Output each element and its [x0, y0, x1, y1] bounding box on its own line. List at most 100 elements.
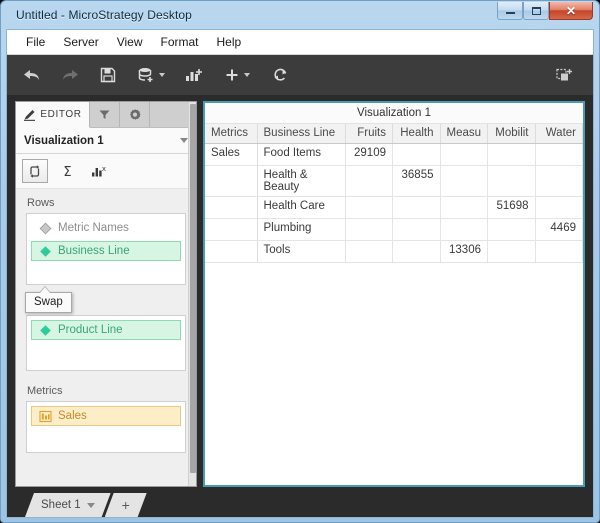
menu-item-server[interactable]: Server — [54, 32, 107, 52]
chevron-down-icon — [180, 138, 188, 143]
chart-button[interactable]: x — [86, 159, 112, 183]
cell-value: 36855 — [393, 165, 441, 196]
editor-tool-strip: Σ x — [16, 154, 196, 189]
visualization-selector[interactable]: Visualization 1 — [16, 128, 196, 154]
cell-value — [345, 240, 393, 262]
cell-value — [440, 165, 488, 196]
metric-icon — [38, 409, 52, 423]
main-toolbar — [7, 55, 593, 95]
metrics-shelf-label: Metrics — [27, 385, 186, 397]
add-data-button[interactable] — [129, 61, 173, 89]
tab-filters[interactable] — [90, 102, 120, 127]
pencil-icon — [23, 108, 36, 121]
application-window: Untitled - MicroStrategy Desktop ✕ File … — [0, 0, 600, 523]
cell-business-line: Plumbing — [257, 218, 345, 240]
save-icon — [100, 67, 116, 83]
chip-sales[interactable]: Sales — [31, 406, 181, 426]
window-title: Untitled - MicroStrategy Desktop — [6, 8, 192, 22]
insert-button[interactable] — [215, 61, 259, 89]
close-icon: ✕ — [566, 5, 576, 17]
editor-scrollbar[interactable] — [188, 102, 196, 486]
grid-header-row: Metrics Business Line Fruits Health Meas… — [205, 124, 583, 143]
table-row[interactable]: Tools 13306 — [205, 240, 583, 262]
grid-header-measu[interactable]: Measu — [440, 124, 488, 143]
cell-value — [440, 143, 488, 165]
cell-value — [535, 143, 583, 165]
workspace: EDITOR Visualizatio — [7, 95, 593, 487]
refresh-icon — [272, 67, 289, 83]
table-row[interactable]: Health & Beauty 36855 — [205, 165, 583, 196]
add-panel-button[interactable] — [547, 61, 581, 89]
table-row[interactable]: Health Care 51698 — [205, 196, 583, 218]
table-row[interactable]: Plumbing 4469 — [205, 218, 583, 240]
undo-button[interactable] — [15, 61, 49, 89]
rows-shelf[interactable]: Metric Names Business Line — [26, 213, 186, 285]
grid-header-business-line[interactable]: Business Line — [257, 124, 345, 143]
chip-label: Business Line — [58, 245, 130, 257]
redo-button[interactable] — [53, 61, 87, 89]
editor-tab-strip: EDITOR — [16, 102, 196, 128]
cell-business-line: Food Items — [257, 143, 345, 165]
close-button[interactable]: ✕ — [549, 2, 593, 20]
grid-header-water[interactable]: Water — [535, 124, 583, 143]
menu-item-view[interactable]: View — [108, 32, 152, 52]
cell-value — [488, 218, 536, 240]
sigma-icon: Σ — [60, 164, 75, 179]
chip-product-line[interactable]: Product Line — [31, 320, 181, 340]
cell-value — [488, 165, 536, 196]
visualization-title: Visualization 1 — [205, 103, 583, 124]
redo-icon — [60, 67, 80, 83]
editor-scrollbar-thumb[interactable] — [190, 104, 196, 473]
add-visualization-icon — [185, 67, 203, 83]
maximize-icon — [532, 7, 541, 15]
cell-value: 13306 — [440, 240, 488, 262]
cell-business-line: Tools — [257, 240, 345, 262]
table-row[interactable]: Sales Food Items 29109 — [205, 143, 583, 165]
add-sheet-button[interactable]: + — [105, 493, 147, 517]
chevron-down-icon — [244, 73, 250, 77]
cell-value — [488, 143, 536, 165]
refresh-button[interactable] — [263, 61, 297, 89]
sheet-tab-sheet1[interactable]: Sheet 1 — [25, 493, 111, 517]
minimize-button[interactable] — [497, 2, 523, 20]
cell-value: 29109 — [345, 143, 393, 165]
cell-value — [535, 165, 583, 196]
cell-value — [393, 196, 441, 218]
chevron-down-icon[interactable] — [87, 503, 95, 508]
swap-tooltip-label: Swap — [34, 296, 63, 308]
cell-value — [440, 196, 488, 218]
chip-metric-names[interactable]: Metric Names — [31, 218, 181, 238]
chip-business-line[interactable]: Business Line — [31, 241, 181, 261]
tab-settings[interactable] — [120, 102, 150, 127]
bar-chart-icon: x — [91, 164, 107, 179]
metric-names-icon — [38, 221, 52, 235]
minimize-icon — [506, 12, 515, 14]
save-button[interactable] — [91, 61, 125, 89]
columns-shelf[interactable]: Product Line — [26, 315, 186, 371]
menu-item-format[interactable]: Format — [151, 32, 207, 52]
metrics-shelf[interactable]: Sales — [26, 401, 186, 453]
cell-metrics — [205, 240, 257, 262]
grid-container[interactable]: Metrics Business Line Fruits Health Meas… — [205, 124, 583, 485]
undo-icon — [22, 67, 42, 83]
attribute-diamond-icon — [38, 244, 52, 258]
add-sheet-label: + — [122, 497, 130, 513]
grid-header-mobilit[interactable]: Mobilit — [488, 124, 536, 143]
menu-item-file[interactable]: File — [17, 32, 54, 52]
totals-button[interactable]: Σ — [54, 159, 80, 183]
tab-editor[interactable]: EDITOR — [16, 102, 90, 128]
cell-value — [535, 196, 583, 218]
grid-header-metrics[interactable]: Metrics — [205, 124, 257, 143]
swap-button[interactable] — [22, 159, 48, 183]
cell-value — [535, 240, 583, 262]
cell-value — [393, 143, 441, 165]
grid-header-health[interactable]: Health — [393, 124, 441, 143]
menu-item-help[interactable]: Help — [208, 32, 251, 52]
maximize-button[interactable] — [523, 2, 549, 20]
sheet-tab-bar: Sheet 1 + — [7, 487, 593, 517]
add-visualization-button[interactable] — [177, 61, 211, 89]
rows-shelf-label: Rows — [27, 197, 186, 209]
swap-icon — [28, 164, 43, 179]
grid-header-fruits[interactable]: Fruits — [345, 124, 393, 143]
cell-metrics — [205, 165, 257, 196]
